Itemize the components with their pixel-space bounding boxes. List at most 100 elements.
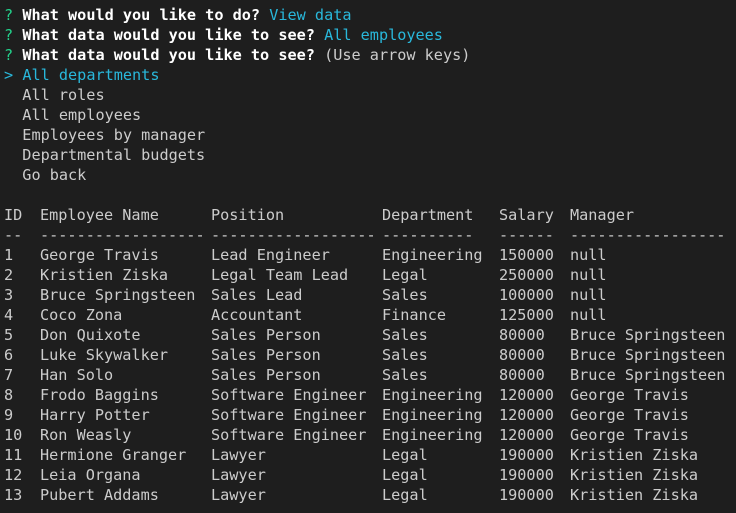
table-cell: Pubert Addams xyxy=(40,486,159,504)
prompt-answer: View data xyxy=(269,6,352,24)
table-header-cell: Position xyxy=(211,206,285,224)
table-cell: Sales xyxy=(382,326,428,344)
prompt-question: What data would you like to see? xyxy=(22,46,315,64)
menu-option[interactable]: Go back xyxy=(4,165,86,185)
table-cell: Software Engineer xyxy=(211,386,367,404)
prompt-line-2: ? What data would you like to see? All e… xyxy=(4,25,443,45)
table-cell: 120000 xyxy=(499,406,554,424)
table-cell: Accountant xyxy=(211,306,303,324)
table-cell: Legal xyxy=(382,266,428,284)
table-cell: Legal xyxy=(382,446,428,464)
table-cell: 150000 xyxy=(499,246,554,264)
table-cell: Engineering xyxy=(382,406,483,424)
table-cell: Bruce Springsteen xyxy=(40,286,196,304)
menu-option-label: Employees by manager xyxy=(22,126,206,144)
table-cell: 5 xyxy=(4,326,14,344)
table-cell: Lead Engineer xyxy=(211,246,330,264)
table-header-cell: Employee Name xyxy=(40,206,159,224)
table-separator: ---------- xyxy=(382,226,474,244)
table-header-cell: Department xyxy=(382,206,474,224)
table-separator: ----------------- xyxy=(570,226,726,244)
terminal-window[interactable]: ? What would you like to do? View data ?… xyxy=(0,0,736,513)
prompt-mark: ? xyxy=(4,6,14,24)
table-header-cell: Salary xyxy=(499,206,554,224)
table-header-cell: ID xyxy=(4,206,23,224)
table-cell: 190000 xyxy=(499,466,554,484)
menu-option-label: Departmental budgets xyxy=(22,146,206,164)
menu-option-selected[interactable]: > All departments xyxy=(4,65,159,85)
table-cell: Harry Potter xyxy=(40,406,150,424)
table-cell: 9 xyxy=(4,406,14,424)
menu-option-label: Go back xyxy=(22,166,87,184)
menu-pointer-icon: > xyxy=(4,66,14,84)
table-cell: null xyxy=(570,306,607,324)
table-cell: null xyxy=(570,246,607,264)
table-cell: Software Engineer xyxy=(211,426,367,444)
menu-option-label: All roles xyxy=(22,86,105,104)
table-cell: 80000 xyxy=(499,346,545,364)
prompt-mark: ? xyxy=(4,26,14,44)
menu-option[interactable]: Employees by manager xyxy=(4,125,205,145)
table-cell: 7 xyxy=(4,366,14,384)
table-separator: ------------------ xyxy=(40,226,205,244)
table-cell: Ron Weasly xyxy=(40,426,132,444)
prompt-line-3: ? What data would you like to see? (Use … xyxy=(4,45,470,65)
table-cell: Software Engineer xyxy=(211,406,367,424)
table-cell: Coco Zona xyxy=(40,306,123,324)
table-cell: Sales xyxy=(382,346,428,364)
table-cell: Frodo Baggins xyxy=(40,386,159,404)
table-cell: 1 xyxy=(4,246,14,264)
table-cell: Kristien Ziska xyxy=(570,486,699,504)
table-cell: 80000 xyxy=(499,326,545,344)
table-cell: Sales Person xyxy=(211,366,321,384)
table-cell: Sales xyxy=(382,286,428,304)
table-cell: Luke Skywalker xyxy=(40,346,169,364)
table-cell: Legal xyxy=(382,486,428,504)
table-cell: 4 xyxy=(4,306,14,324)
table-cell: 13 xyxy=(4,486,23,504)
table-cell: Finance xyxy=(382,306,447,324)
table-cell: 100000 xyxy=(499,286,554,304)
table-cell: Sales xyxy=(382,366,428,384)
table-cell: 8 xyxy=(4,386,14,404)
table-cell: Bruce Springsteen xyxy=(570,326,726,344)
table-separator: ------ xyxy=(499,226,554,244)
prompt-question: What data would you like to see? xyxy=(22,26,315,44)
table-cell: George Travis xyxy=(570,406,689,424)
table-cell: Don Quixote xyxy=(40,326,141,344)
table-cell: Legal Team Lead xyxy=(211,266,349,284)
table-cell: 11 xyxy=(4,446,23,464)
table-cell: George Travis xyxy=(40,246,159,264)
table-cell: Sales Lead xyxy=(211,286,303,304)
table-cell: Kristien Ziska xyxy=(570,466,699,484)
table-cell: 6 xyxy=(4,346,14,364)
table-cell: Lawyer xyxy=(211,446,266,464)
table-header-cell: Manager xyxy=(570,206,635,224)
table-cell: Kristien Ziska xyxy=(40,266,169,284)
menu-option-label: All employees xyxy=(22,106,142,124)
prompt-answer: All employees xyxy=(324,26,443,44)
table-separator: ------------------ xyxy=(211,226,376,244)
table-cell: 120000 xyxy=(499,386,554,404)
menu-option[interactable]: Departmental budgets xyxy=(4,145,205,165)
menu-option[interactable]: All employees xyxy=(4,105,141,125)
menu-option[interactable]: All roles xyxy=(4,85,105,105)
table-cell: Engineering xyxy=(382,246,483,264)
table-cell: Han Solo xyxy=(40,366,114,384)
table-cell: Sales Person xyxy=(211,346,321,364)
table-cell: null xyxy=(570,266,607,284)
table-cell: 250000 xyxy=(499,266,554,284)
table-cell: George Travis xyxy=(570,386,689,404)
table-separator: -- xyxy=(4,226,23,244)
menu-option-label: All departments xyxy=(22,66,160,84)
prompt-hint: (Use arrow keys) xyxy=(324,46,471,64)
table-cell: Leia Organa xyxy=(40,466,141,484)
table-cell: Bruce Springsteen xyxy=(570,366,726,384)
table-cell: 125000 xyxy=(499,306,554,324)
table-cell: Lawyer xyxy=(211,466,266,484)
prompt-line-1: ? What would you like to do? View data xyxy=(4,5,352,25)
table-cell: Hermione Granger xyxy=(40,446,187,464)
table-cell: Bruce Springsteen xyxy=(570,346,726,364)
table-cell: Engineering xyxy=(382,426,483,444)
table-cell: 3 xyxy=(4,286,14,304)
